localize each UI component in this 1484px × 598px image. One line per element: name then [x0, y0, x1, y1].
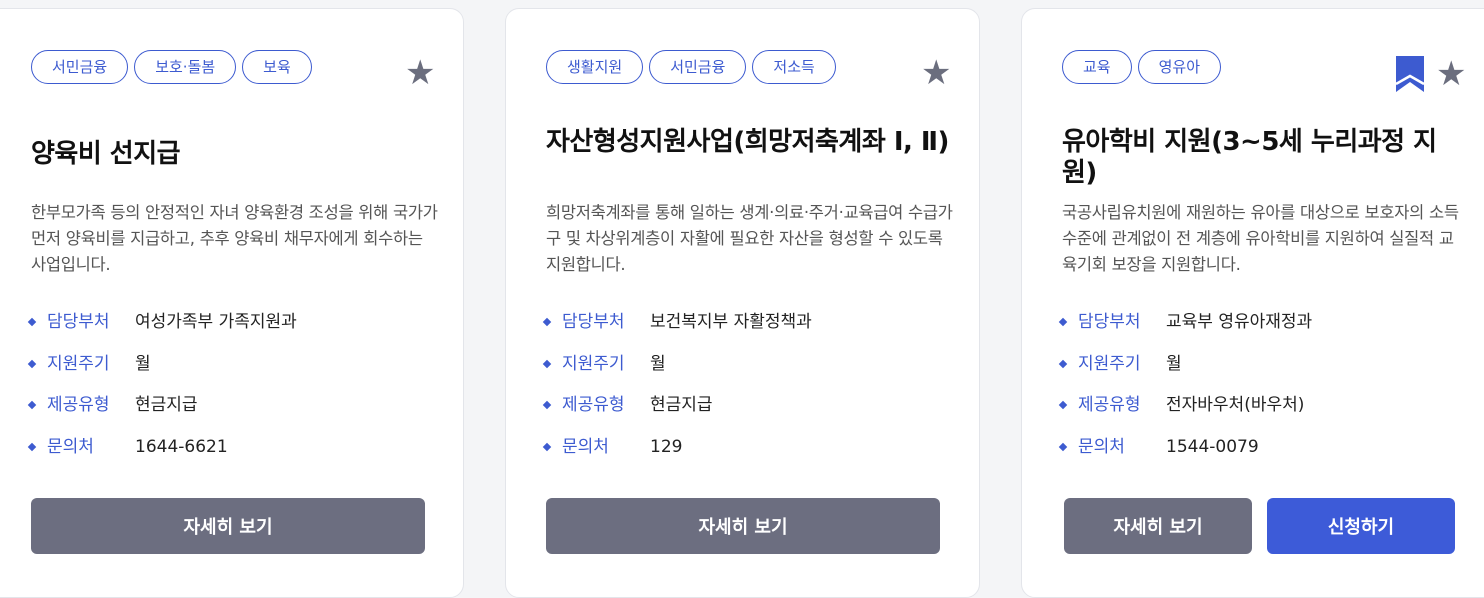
- detail-button[interactable]: 자세히 보기: [546, 498, 940, 554]
- info-item: 제공유형 전자바우처(바우처): [1058, 392, 1312, 434]
- diamond-bullet-icon: [1058, 400, 1068, 410]
- card-title[interactable]: 유아학비 지원(3~5세 누리과정 지원): [1062, 127, 1462, 189]
- tag[interactable]: 생활지원: [546, 50, 644, 84]
- info-value: 현금지급: [135, 395, 198, 415]
- card-title[interactable]: 양육비 선지급: [31, 139, 181, 170]
- info-label: 문의처: [562, 436, 609, 457]
- detail-button[interactable]: 자세히 보기: [31, 498, 425, 554]
- info-item: 문의처 129: [542, 434, 812, 476]
- star-icon[interactable]: ★: [921, 56, 951, 90]
- diamond-bullet-icon: [27, 359, 37, 368]
- info-item: 제공유형 현금지급: [27, 392, 297, 434]
- info-value: 현금지급: [650, 395, 713, 415]
- diamond-bullet-icon: [542, 359, 552, 368]
- tag[interactable]: 서민금융: [649, 50, 747, 84]
- tag[interactable]: 서민금융: [31, 50, 129, 84]
- info-item: 지원주기 월: [1058, 351, 1312, 393]
- card-actions: ★: [1396, 56, 1466, 92]
- card-description: 희망저축계좌를 통해 일하는 생계·의료·주거·교육급여 수급가구 및 차상위계…: [546, 203, 953, 274]
- info-value: 1544-0079: [1166, 436, 1259, 457]
- card-actions: ★: [405, 56, 435, 90]
- info-value: 보건복지부 자활정책과: [650, 312, 812, 332]
- diamond-bullet-icon: [542, 317, 552, 327]
- info-item: 문의처 1644-6621: [27, 434, 297, 476]
- tag[interactable]: 보육: [242, 50, 312, 84]
- diamond-bullet-icon: [27, 400, 37, 410]
- tag-list: 생활지원 서민금융 저소득: [546, 50, 836, 84]
- info-label: 제공유형: [562, 395, 625, 415]
- info-value: 월: [650, 353, 666, 374]
- tag[interactable]: 저소득: [752, 50, 836, 84]
- info-value: 여성가족부 가족지원과: [135, 312, 297, 332]
- diamond-bullet-icon: [1058, 317, 1068, 327]
- tag[interactable]: 영유아: [1137, 50, 1222, 84]
- info-list: 담당부처 여성가족부 가족지원과 지원주기 월 제공유형 현금지급 문의처 1644-6…: [27, 309, 297, 475]
- diamond-bullet-icon: [1058, 442, 1068, 451]
- diamond-bullet-icon: [542, 442, 552, 451]
- info-item: 담당부처 교육부 영유아재정과: [1058, 309, 1312, 351]
- info-value: 1644-6621: [135, 436, 228, 457]
- info-label: 제공유형: [1078, 395, 1141, 415]
- detail-button[interactable]: 자세히 보기: [1064, 498, 1252, 554]
- apply-button[interactable]: 신청하기: [1267, 498, 1455, 554]
- card-title[interactable]: 자산형성지원사업(희망저축계좌 Ⅰ, Ⅱ): [546, 127, 958, 158]
- info-value: 월: [1166, 353, 1182, 374]
- star-icon[interactable]: ★: [405, 56, 435, 90]
- info-label: 지원주기: [562, 353, 625, 374]
- info-list: 담당부처 보건복지부 자활정책과 지원주기 월 제공유형 현금지급 문의처 129: [542, 309, 812, 475]
- service-card: 생활지원 서민금융 저소득 ★ 자산형성지원사업(희망저축계좌 Ⅰ, Ⅱ) 희망…: [505, 8, 980, 598]
- info-label: 문의처: [47, 436, 94, 457]
- info-item: 지원주기 월: [27, 351, 297, 393]
- info-item: 문의처 1544-0079: [1058, 434, 1312, 476]
- bookmark-icon[interactable]: [1396, 56, 1424, 92]
- tag-list: 서민금융 보호·돌봄 보육: [31, 50, 312, 84]
- info-label: 지원주기: [47, 353, 110, 374]
- diamond-bullet-icon: [1058, 359, 1068, 368]
- info-label: 담당부처: [562, 312, 625, 332]
- info-label: 제공유형: [47, 395, 110, 415]
- info-label: 지원주기: [1078, 353, 1141, 374]
- info-label: 담당부처: [1078, 312, 1141, 332]
- info-value: 전자바우처(바우처): [1166, 395, 1305, 415]
- tag[interactable]: 교육: [1062, 50, 1132, 84]
- info-list: 담당부처 교육부 영유아재정과 지원주기 월 제공유형 전자바우처(바우처) 문의처 1…: [1058, 309, 1312, 475]
- tag-list: 교육 영유아: [1062, 50, 1222, 84]
- info-item: 지원주기 월: [542, 351, 812, 393]
- info-value: 교육부 영유아재정과: [1166, 312, 1313, 332]
- info-value: 월: [135, 353, 151, 374]
- card-description: 한부모가족 등의 안정적인 자녀 양육환경 조성을 위해 국가가 먼저 양육비를…: [31, 203, 438, 274]
- tag[interactable]: 보호·돌봄: [134, 50, 237, 84]
- service-card: 교육 영유아 ★ 유아학비 지원(3~5세 누리과정 지원) 국공사립유치원에 …: [1021, 8, 1484, 598]
- info-item: 제공유형 현금지급: [542, 392, 812, 434]
- info-label: 담당부처: [47, 312, 110, 332]
- diamond-bullet-icon: [27, 317, 37, 327]
- diamond-bullet-icon: [27, 442, 37, 451]
- info-item: 담당부처 보건복지부 자활정책과: [542, 309, 812, 351]
- card-description: 국공사립유치원에 재원하는 유아를 대상으로 보호자의 소득수준에 관계없이 전…: [1062, 203, 1459, 274]
- star-icon[interactable]: ★: [1436, 57, 1466, 91]
- diamond-bullet-icon: [542, 400, 552, 410]
- info-value: 129: [650, 436, 683, 457]
- info-label: 문의처: [1078, 436, 1125, 457]
- info-item: 담당부처 여성가족부 가족지원과: [27, 309, 297, 351]
- card-actions: ★: [921, 56, 951, 90]
- service-card: 서민금융 보호·돌봄 보육 ★ 양육비 선지급 한부모가족 등의 안정적인 자녀…: [0, 8, 464, 598]
